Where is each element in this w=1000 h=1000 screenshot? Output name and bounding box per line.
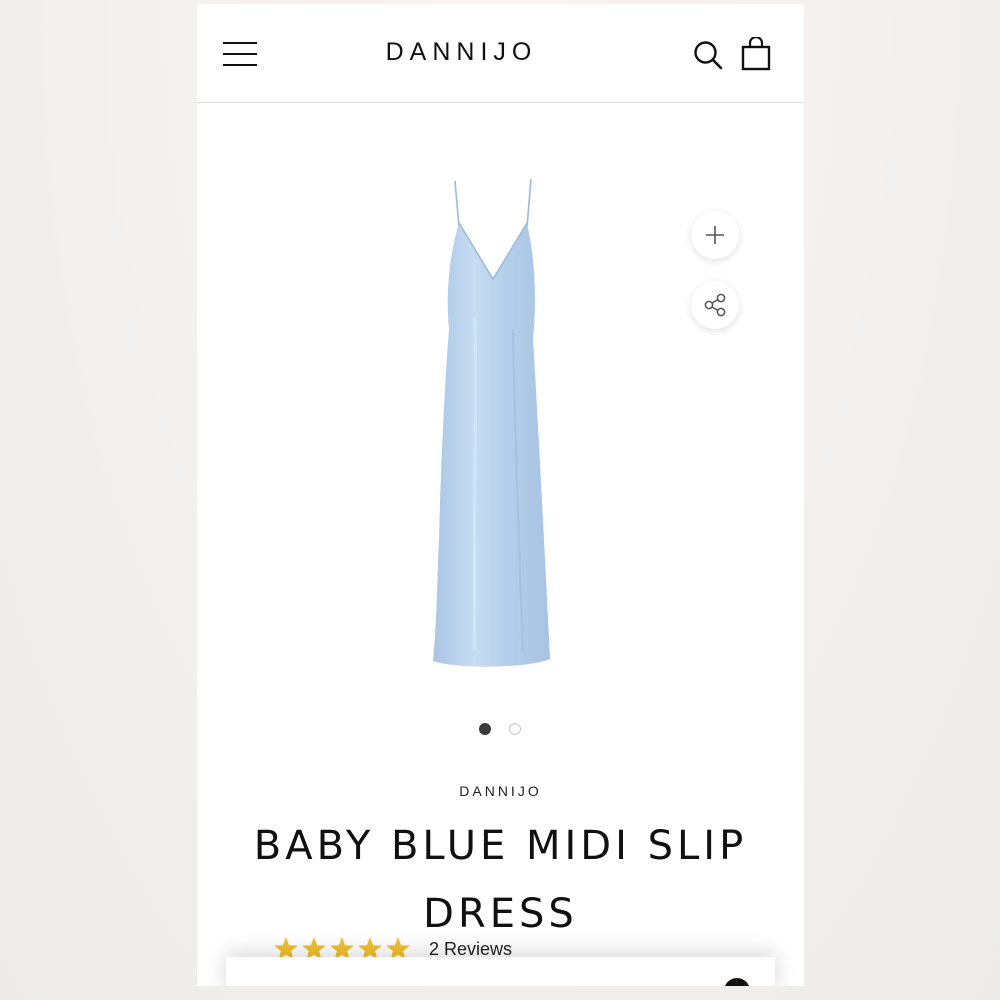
- zoom-button[interactable]: [691, 211, 739, 259]
- share-button[interactable]: [691, 281, 739, 329]
- share-icon: [704, 293, 726, 317]
- gallery-dot-2[interactable]: [509, 723, 521, 735]
- plus-icon: [706, 226, 724, 244]
- product-title: BABY BLUE MIDI SLIP DRESS: [253, 823, 748, 937]
- product-image-gallery[interactable]: [197, 103, 804, 743]
- product-vendor[interactable]: DANNIJO: [197, 783, 804, 799]
- phone-screen: DANNIJO DANNIJO BABY BLUE MIDI SLIP DRES…: [197, 4, 804, 986]
- shopping-bag-icon[interactable]: [741, 35, 771, 71]
- gallery-pagination: [197, 723, 804, 737]
- bottom-popup-panel[interactable]: [226, 957, 775, 986]
- site-header: DANNIJO: [197, 4, 804, 103]
- product-image[interactable]: [415, 179, 565, 673]
- search-icon[interactable]: [693, 40, 723, 70]
- gallery-dot-1[interactable]: [479, 723, 491, 735]
